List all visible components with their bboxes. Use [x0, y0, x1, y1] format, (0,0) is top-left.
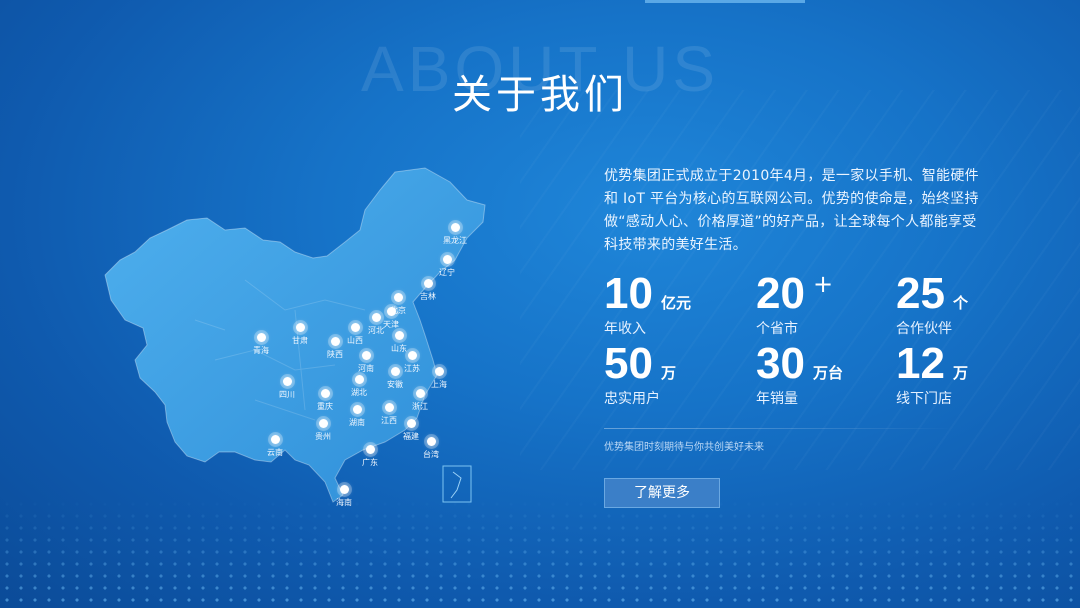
map-city-yunnan: 云南: [267, 435, 283, 458]
map-city-chongqing: 重庆: [317, 389, 333, 412]
stat-unit: 万台: [812, 364, 843, 382]
decorative-dot-pattern: [0, 498, 1080, 608]
stat-provinces: 20 + 个省市: [756, 269, 834, 338]
map-city-shaanxi: 陕西: [327, 337, 343, 360]
page-title: 关于我们: [452, 72, 628, 118]
map-city-fujian: 福建: [403, 419, 419, 442]
map-city-tianjin: 天津: [383, 307, 399, 330]
map-city-liaoning: 辽宁: [439, 255, 455, 278]
map-city-qinghai: 青海: [253, 333, 269, 356]
map-city-hubei: 湖北: [351, 375, 367, 398]
map-city-zhejiang: 浙江: [412, 389, 428, 412]
china-map: 黑龙江 辽宁 吉林 北京 天津 河北 山西 山东 甘肃 青海 陕西 河南 江苏 …: [95, 160, 495, 510]
map-city-hainan: 海南: [336, 485, 352, 508]
stat-unit: 万: [660, 364, 676, 382]
stat-partners: 25 个 合作伙伴: [896, 272, 968, 338]
map-city-anhui: 安徽: [387, 367, 403, 390]
stat-label: 合作伙伴: [896, 321, 952, 337]
stat-label: 年收入: [604, 321, 646, 337]
stat-value: 12: [896, 339, 945, 388]
stat-value: 50: [604, 339, 653, 388]
map-city-jilin: 吉林: [420, 279, 436, 302]
stat-label: 年销量: [756, 391, 798, 407]
map-city-heilongjiang: 黑龙江: [443, 223, 467, 246]
slogan: 优势集团时刻期待与你共创美好未来: [604, 442, 764, 453]
stat-revenue: 10 亿元 年收入: [604, 272, 691, 338]
stat-unit: 个: [952, 294, 968, 312]
map-city-jiangsu: 江苏: [404, 351, 420, 374]
stat-unit: +: [812, 270, 834, 298]
company-intro: 优势集团正式成立于2010年4月，是一家以手机、智能硬件和 IoT 平台为核心的…: [604, 168, 979, 253]
map-city-jiangxi: 江西: [381, 403, 397, 426]
map-city-sichuan: 四川: [279, 377, 295, 400]
stat-users: 50 万 忠实用户: [604, 342, 676, 408]
stat-sales: 30 万台 年销量: [756, 342, 843, 408]
top-nav-indicator: [645, 0, 805, 3]
map-city-hunan: 湖南: [349, 405, 365, 428]
map-city-hebei: 河北: [368, 313, 384, 336]
stat-value: 25: [896, 269, 945, 318]
stat-unit: 亿元: [660, 294, 691, 312]
stat-value: 10: [604, 269, 653, 318]
stat-stores: 12 万 线下门店: [896, 342, 968, 408]
stat-label: 忠实用户: [604, 391, 660, 407]
map-city-guizhou: 贵州: [315, 419, 331, 442]
stat-value: 30: [756, 339, 805, 388]
stat-label: 个省市: [756, 321, 798, 337]
map-city-shanghai: 上海: [431, 367, 447, 390]
learn-more-button[interactable]: 了解更多: [604, 478, 720, 508]
map-city-shanxi: 山西: [347, 323, 363, 346]
map-city-guangdong: 广东: [362, 445, 378, 468]
stat-value: 20: [756, 269, 805, 318]
divider: [604, 428, 954, 429]
map-city-gansu: 甘肃: [292, 323, 308, 346]
map-city-taiwan: 台湾: [423, 437, 439, 460]
map-city-henan: 河南: [358, 351, 374, 374]
stat-label: 线下门店: [896, 391, 952, 407]
stat-unit: 万: [952, 364, 968, 382]
